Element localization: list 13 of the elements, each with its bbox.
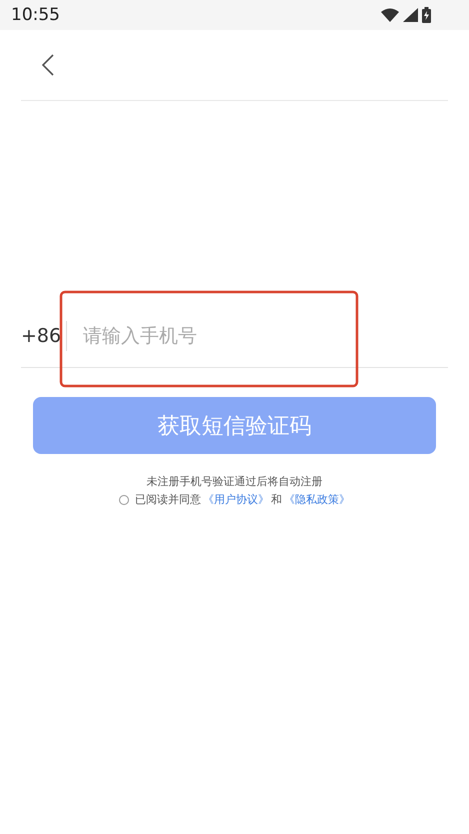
phone-input[interactable]: 请输入手机号: [73, 316, 448, 356]
wifi-icon: [381, 8, 399, 22]
status-time: 10:55: [11, 5, 60, 25]
country-code[interactable]: +86: [21, 325, 61, 347]
agreement-text: 已阅读并同意: [135, 492, 201, 507]
agreement-link[interactable]: 《隐私政策》: [284, 492, 350, 507]
register-notice: 未注册手机号验证通过后将自动注册: [146, 474, 324, 489]
agree-radio[interactable]: [119, 494, 129, 504]
battery-icon: [422, 7, 431, 23]
agreement-text: 和: [271, 492, 282, 507]
back-icon[interactable]: [41, 54, 55, 76]
signal-icon: [403, 8, 418, 22]
agreement-link[interactable]: 《用户协议》: [203, 492, 269, 507]
